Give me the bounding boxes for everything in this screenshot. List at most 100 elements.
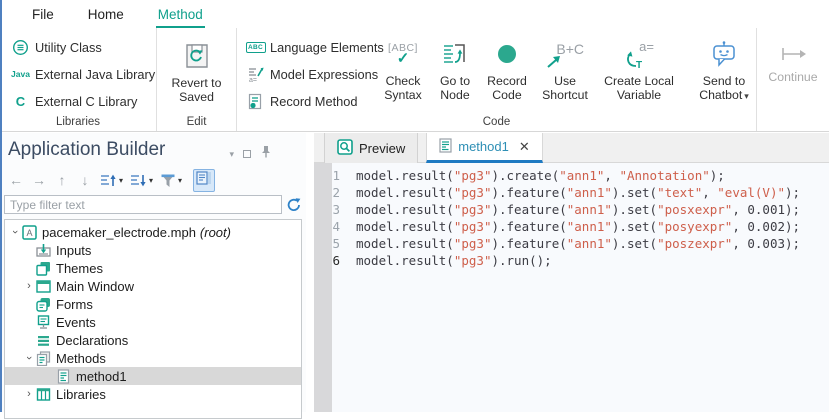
external-java-library-button[interactable]: Java External Java Library — [8, 62, 152, 86]
code-text: model.result("pg3").feature("ann1").set(… — [348, 201, 800, 218]
pin-icon[interactable] — [260, 145, 272, 163]
tab-method[interactable]: Method — [156, 3, 205, 28]
panel-title: Application Builder — [8, 139, 165, 161]
tree-item-label: Libraries — [56, 387, 106, 402]
edit-group-caption: Edit — [157, 116, 236, 128]
panel-menu-chevron-icon[interactable]: ▾ — [229, 149, 234, 160]
c-icon: C — [12, 93, 29, 110]
main-window-icon — [35, 279, 51, 294]
continue-button[interactable]: Continue — [757, 28, 829, 84]
list-up-icon — [100, 173, 117, 188]
tree-item-inputs[interactable]: Inputs — [5, 241, 301, 259]
line-number: 5 — [314, 235, 348, 252]
check-syntax-icon: [ABC]✓ — [388, 34, 418, 74]
record-method-button[interactable]: Record Method — [243, 89, 375, 113]
tree-item-label: Inputs — [56, 243, 91, 258]
tree-root-suffix: (root) — [200, 225, 231, 240]
continue-label: Continue — [768, 70, 817, 84]
back-arrow-icon[interactable]: ← — [8, 172, 24, 188]
line-number: 2 — [314, 184, 348, 201]
external-java-library-label: External Java Library — [35, 67, 155, 82]
method-editor: Preview method1 ✕ 1model.result("pg3").c… — [314, 133, 829, 412]
ribbon-tab-row: File Home Method — [0, 0, 829, 28]
code-line[interactable]: 1model.result("pg3").create("ann1", "Ann… — [314, 167, 829, 184]
code-line[interactable]: 6model.result("pg3").run(); — [314, 252, 829, 269]
forms-icon — [35, 297, 51, 312]
tree-item-method1[interactable]: method1 — [5, 367, 301, 385]
methods-icon — [35, 351, 51, 366]
tree-item-methods[interactable]: › Methods — [5, 349, 301, 367]
chevron-down-icon: ▾ — [744, 91, 749, 101]
tree-item-libraries[interactable]: › Libraries — [5, 385, 301, 403]
chevron-down-icon: ▾ — [178, 176, 182, 185]
code-area[interactable]: 1model.result("pg3").create("ann1", "Ann… — [314, 163, 829, 412]
utility-class-icon — [12, 39, 29, 56]
model-expressions-label: Model Expressions — [270, 67, 378, 82]
record-code-icon — [496, 34, 518, 74]
external-c-library-button[interactable]: C External C Library — [8, 89, 152, 113]
tab-file[interactable]: File — [30, 3, 56, 28]
refresh-icon[interactable] — [286, 197, 302, 213]
chevron-down-icon: ▾ — [149, 176, 153, 185]
ribbon-group-debug: Continue — [757, 28, 829, 131]
tree-item-root[interactable]: › A pacemaker_electrode.mph (root) — [5, 223, 301, 241]
model-expressions-button[interactable]: a= Model Expressions — [243, 62, 375, 86]
use-shortcut-icon: B+C — [546, 34, 584, 74]
inputs-icon — [35, 243, 51, 258]
tab-home[interactable]: Home — [86, 3, 126, 28]
maximize-icon[interactable] — [243, 150, 251, 158]
code-text: model.result("pg3").feature("ann1").set(… — [348, 235, 800, 252]
use-shortcut-label: Use Shortcut — [538, 74, 592, 102]
libraries-group-caption: Libraries — [0, 116, 156, 128]
svg-text:T: T — [636, 60, 642, 69]
tree-item-main-window[interactable]: › Main Window — [5, 277, 301, 295]
send-to-chatbot-label: Send to Chatbot▾ — [693, 74, 755, 103]
method-doc-icon — [55, 369, 71, 384]
code-line[interactable]: 5model.result("pg3").feature("ann1").set… — [314, 235, 829, 252]
create-local-variable-label: Create Local Variable — [599, 74, 679, 102]
tree-item-label: Methods — [56, 351, 106, 366]
panel-toolbar: ← → ↑ ↓ ▾ ▾ ▾ — [8, 169, 215, 191]
filter-input[interactable] — [4, 195, 282, 214]
tree-item-label: method1 — [76, 369, 127, 384]
code-line[interactable]: 4model.result("pg3").feature("ann1").set… — [314, 218, 829, 235]
utility-class-label: Utility Class — [35, 40, 102, 55]
expand-chevron-icon[interactable]: › — [9, 226, 21, 238]
model-expressions-icon: a= — [247, 66, 264, 83]
tab-method1[interactable]: method1 ✕ — [426, 133, 543, 163]
show-details-toggle[interactable] — [193, 169, 215, 192]
code-group-caption: Code — [237, 116, 756, 128]
tree-item-label: Forms — [56, 297, 93, 312]
filter-button[interactable]: ▾ — [160, 173, 182, 188]
collapse-chevron-icon[interactable]: › — [23, 388, 35, 400]
close-icon[interactable]: ✕ — [519, 139, 530, 155]
move-up-arrow-icon[interactable]: ↑ — [54, 172, 70, 188]
line-number: 4 — [314, 218, 348, 235]
code-line[interactable]: 3model.result("pg3").feature("ann1").set… — [314, 201, 829, 218]
tree-root-label: pacemaker_electrode.mph — [42, 225, 196, 240]
tree-item-events[interactable]: Events — [5, 313, 301, 331]
code-line[interactable]: 2model.result("pg3").feature("ann1").set… — [314, 184, 829, 201]
move-down-arrow-icon[interactable]: ↓ — [77, 172, 93, 188]
svg-text:a=: a= — [249, 77, 257, 83]
java-icon: Java — [12, 66, 29, 83]
tab-preview[interactable]: Preview — [324, 133, 418, 163]
model-tree: › A pacemaker_electrode.mph (root) Input… — [4, 219, 302, 419]
ribbon-group-libraries: Utility Class Java External Java Library… — [0, 28, 157, 131]
themes-icon — [35, 261, 51, 276]
language-elements-label: Language Elements — [270, 40, 384, 55]
forward-arrow-icon[interactable]: → — [31, 172, 47, 188]
tree-item-themes[interactable]: Themes — [5, 259, 301, 277]
tree-item-forms[interactable]: Forms — [5, 295, 301, 313]
collapse-chevron-icon[interactable]: › — [23, 280, 35, 292]
events-icon — [35, 315, 51, 330]
expand-list-button[interactable]: ▾ — [100, 173, 123, 188]
utility-class-button[interactable]: Utility Class — [8, 35, 152, 59]
collapse-list-button[interactable]: ▾ — [130, 173, 153, 188]
expand-chevron-icon[interactable]: › — [23, 352, 35, 364]
code-text: model.result("pg3").create("ann1", "Anno… — [348, 167, 725, 184]
preview-icon — [337, 139, 353, 158]
language-elements-button[interactable]: ABC Language Elements — [243, 35, 375, 59]
tree-item-declarations[interactable]: Declarations — [5, 331, 301, 349]
chevron-down-icon: ▾ — [119, 176, 123, 185]
